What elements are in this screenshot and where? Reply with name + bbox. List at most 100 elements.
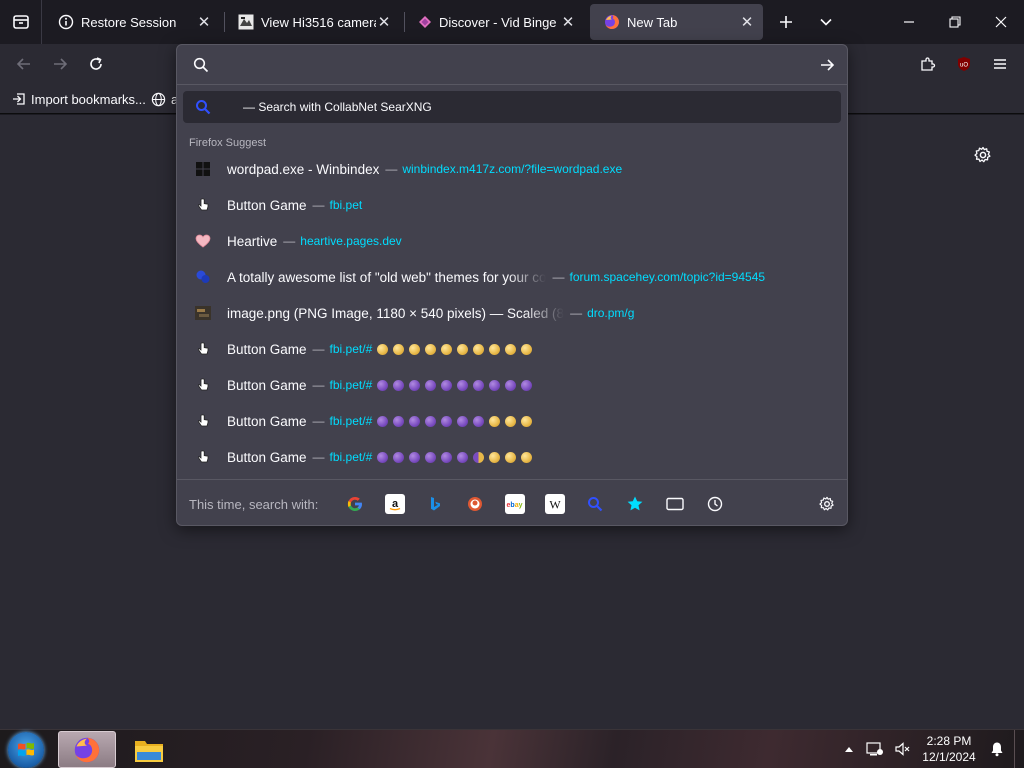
result-separator: — [283,234,296,248]
tabs-icon [666,497,684,511]
yellow-circle-emoji [409,343,421,355]
searxng-icon [588,497,603,512]
tab-close-button[interactable]: ✕ [376,14,392,31]
import-bookmarks-item[interactable]: Import bookmarks... [12,90,146,108]
app-menu-button[interactable] [986,50,1014,78]
heart-icon [195,233,211,249]
amazon-engine-button[interactable]: a [385,494,405,514]
result-row[interactable]: Button Game — fbi.pet [183,187,841,223]
taskbar-file-explorer[interactable] [120,731,178,768]
pointing-hand-icon [195,197,211,213]
start-button[interactable] [8,732,44,768]
purple-circle-emoji [409,451,421,463]
notifications-button[interactable] [988,740,1006,758]
show-desktop-button[interactable] [1014,730,1024,768]
result-row[interactable]: Button Game — fbi.pet/# [183,439,841,475]
back-button[interactable] [10,50,38,78]
tab-vid-binge[interactable]: Discover - Vid Binge ✕ [404,4,584,40]
searxng-engine-button[interactable] [585,494,605,514]
new-tab-button[interactable] [772,8,800,36]
taskbar-firefox[interactable] [58,731,116,768]
result-separator: — [312,414,325,428]
heuristic-search-result[interactable]: — Search with CollabNet SearXNG [183,91,841,123]
yellow-circle-emoji [489,343,501,355]
result-row[interactable]: Button Game — fbi.pet/# [183,403,841,439]
tab-restore-session[interactable]: Restore Session ✕ [44,4,220,40]
bing-icon [431,497,440,511]
firefox-view-button[interactable] [0,0,42,44]
yellow-circle-emoji [489,451,501,463]
duckduckgo-engine-button[interactable] [465,494,485,514]
bookmark-item[interactable]: a [151,90,178,108]
tab-hi3516-camera[interactable]: View Hi3516 camera in ✕ [224,4,400,40]
ebay-engine-button[interactable]: ebay [505,494,525,514]
firefox-suggest-label: Firefox Suggest [189,137,267,149]
ublock-origin-button[interactable]: uO [950,50,978,78]
urlbar-input-row [177,45,847,85]
result-title: image.png (PNG Image, 1180 × 540 pixels)… [227,305,565,321]
restore-button[interactable] [932,0,978,44]
result-url: heartive.pages.dev [300,234,402,248]
wikipedia-engine-button[interactable]: W [545,494,565,514]
tab-close-button[interactable]: ✕ [560,14,576,31]
bookmarks-search-button[interactable] [625,494,645,514]
result-url: fbi.pet/# [329,414,373,428]
action-center-tray[interactable] [866,740,884,758]
tab-close-button[interactable]: ✕ [196,14,212,31]
half-circle-emoji [473,451,485,463]
google-engine-button[interactable] [345,494,365,514]
taskbar: 2:28 PM 12/1/2024 [0,729,1024,768]
action-center-flag-icon [866,742,883,756]
extensions-button[interactable] [914,50,942,78]
result-row[interactable]: Button Game — fbi.pet/# [183,367,841,403]
result-separator: — [552,270,565,284]
close-icon [995,16,1007,28]
purple-circle-emoji [505,379,517,391]
result-title: Button Game [227,341,307,357]
clock-time: 2:28 PM [926,734,972,748]
bing-engine-button[interactable] [425,494,445,514]
result-row[interactable]: Heartive — heartive.pages.dev [183,223,841,259]
go-button[interactable] [817,55,837,75]
forward-button[interactable] [46,50,74,78]
search-settings-button[interactable] [817,494,837,514]
purple-circle-emoji [377,379,389,391]
result-url: fbi.pet/# [329,378,373,392]
result-row[interactable]: image.png (PNG Image, 1180 × 540 pixels)… [183,295,841,331]
yellow-circle-emoji [521,343,533,355]
tab-new-tab[interactable]: New Tab ✕ [590,4,763,40]
camera-thumbnail-icon [238,14,254,30]
firefox-icon [605,15,619,29]
yellow-circle-emoji [425,343,437,355]
result-row[interactable]: A totally awesome list of "old web" them… [183,259,841,295]
emoji-circles [372,378,533,393]
purple-circle-emoji [393,415,405,427]
tab-close-button[interactable]: ✕ [739,14,755,31]
bell-icon [991,742,1003,757]
system-clock[interactable]: 2:28 PM 12/1/2024 [916,733,982,765]
minimize-button[interactable] [886,0,932,44]
ebay-icon: ebay [507,502,523,509]
history-search-button[interactable] [705,494,725,514]
purple-circle-emoji [441,415,453,427]
purple-circle-emoji [441,379,453,391]
reload-button[interactable] [82,50,110,78]
pointing-hand-icon [195,341,211,357]
yellow-circle-emoji [489,415,501,427]
result-row[interactable]: wordpad.exe - Winbindex — winbindex.m417… [183,151,841,187]
show-hidden-icons-button[interactable] [840,740,858,758]
volume-tray[interactable] [894,740,912,758]
tabs-search-button[interactable] [665,494,685,514]
close-window-button[interactable] [978,0,1024,44]
urlbar-input[interactable] [217,53,807,77]
yellow-circle-emoji [505,451,517,463]
result-row[interactable]: Button Game — fbi.pet/# [183,331,841,367]
list-all-tabs-button[interactable] [812,8,840,36]
purple-circle-emoji [457,451,469,463]
purple-circle-emoji [441,451,453,463]
result-url: winbindex.m417z.com/?file=wordpad.exe [402,162,623,176]
new-tab-settings-button[interactable] [971,143,995,167]
result-url: fbi.pet/# [329,342,373,356]
firefox-view-icon [12,15,29,29]
result-title: A totally awesome list of "old web" them… [227,269,547,285]
